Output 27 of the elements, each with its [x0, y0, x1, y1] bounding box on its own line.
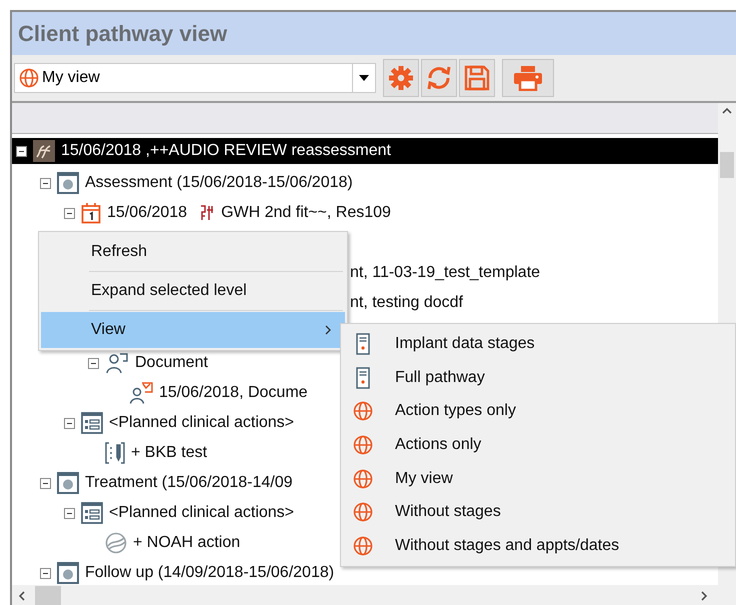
menu-item[interactable]: Without stages: [383, 503, 501, 522]
tree-item-label[interactable]: Assessment (15/06/2018-15/06/2018): [85, 174, 353, 192]
menu-item[interactable]: Full pathway: [383, 368, 485, 387]
tree-item-label[interactable]: GWH 2nd fit~~, Res109: [221, 204, 391, 222]
window-title: Client pathway view: [18, 20, 228, 46]
appointment-date[interactable]: 15/06/2018: [107, 204, 188, 222]
tree-item-label[interactable]: nt, testing docdf: [350, 294, 463, 312]
view-dropdown[interactable]: My view: [14, 63, 376, 93]
tree-item-label[interactable]: <Planned clinical actions>: [109, 504, 294, 522]
tree-item-label[interactable]: 15/06/2018, Docume: [159, 384, 308, 402]
tree-item-label[interactable]: nt, 11-03-19_test_template: [350, 264, 540, 282]
menu-item[interactable]: Expand selected level: [41, 273, 345, 309]
tree-item-label[interactable]: + BKB test: [131, 444, 208, 462]
tree-item-label[interactable]: 15/06/2018 ,++AUDIO REVIEW reassessment: [61, 142, 391, 160]
selected-row[interactable]: 15/06/2018 ,++AUDIO REVIEW reassessment: [12, 138, 718, 164]
menu-item[interactable]: Actions only: [383, 436, 482, 454]
menu-item[interactable]: View: [41, 312, 345, 348]
tree-item-label[interactable]: <Planned clinical actions>: [109, 414, 294, 432]
menu-item[interactable]: Without stages and appts/dates: [383, 536, 620, 555]
menu-item[interactable]: Refresh: [41, 234, 345, 270]
tree-item-label[interactable]: + NOAH action: [133, 534, 240, 552]
menu-item[interactable]: Action types only: [383, 402, 516, 420]
menu-item[interactable]: Implant data stages: [383, 334, 535, 353]
menu-item[interactable]: My view: [383, 470, 453, 488]
tree-item-label[interactable]: Follow up (14/09/2018-15/06/2018): [85, 564, 334, 582]
tree-item-label[interactable]: Treatment (15/06/2018-14/09: [85, 474, 293, 492]
tree-item-label[interactable]: Document: [135, 354, 208, 372]
